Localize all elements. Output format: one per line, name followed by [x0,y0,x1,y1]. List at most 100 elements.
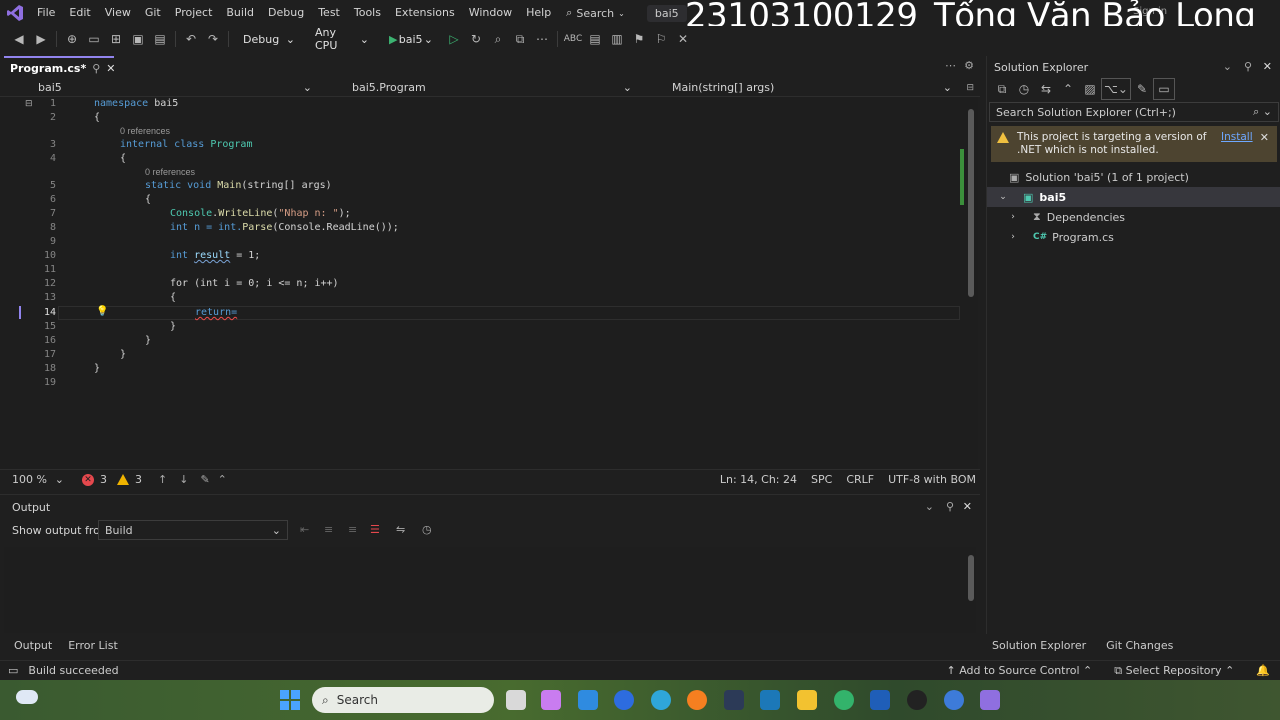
code-editor[interactable]: 1 2 3 4 5 6 7 8 9 10 11 12 13 14 15 16 1… [0,83,978,469]
cursor-position[interactable]: Ln: 14, Ch: 24 [720,473,797,486]
vscode-icon[interactable] [578,690,598,710]
open-file-icon[interactable]: ▭ [83,28,105,50]
select-repository-button[interactable]: ⧉ Select Repository ⌃ [1114,664,1234,678]
tab-error-list[interactable]: Error List [60,639,126,652]
zoom-icon[interactable] [614,690,634,710]
chevron-right-icon[interactable]: › [1007,232,1019,242]
menu-edit[interactable]: Edit [62,0,97,26]
new-item-icon[interactable]: ⊕ [61,28,83,50]
close-icon[interactable]: ✕ [1260,131,1269,144]
add-to-source-control-button[interactable]: ↑ Add to Source Control ⌃ [946,664,1092,678]
menu-project[interactable]: Project [168,0,220,26]
taskbar-search[interactable]: ⌕ Search [312,687,494,713]
menu-tools[interactable]: Tools [347,0,388,26]
properties-icon[interactable]: ✎ [1131,78,1153,100]
codelens-references[interactable]: 0 references [145,167,195,177]
close-icon[interactable]: ✕ [1263,60,1272,73]
pin-icon[interactable]: ⚲ [1244,60,1252,73]
browse-icon[interactable]: ⌕ [487,28,509,50]
output-scrollbar[interactable] [968,555,974,601]
show-all-files-icon[interactable]: ▨ [1079,78,1101,100]
tab-output[interactable]: Output [0,639,60,652]
menu-build[interactable]: Build [219,0,261,26]
menu-window[interactable]: Window [462,0,519,26]
clear-bookmarks-icon[interactable]: ✕ [672,28,694,50]
more-icon[interactable]: ⋯ [531,28,553,50]
menu-debug[interactable]: Debug [261,0,311,26]
switch-views-icon[interactable]: ⧉ [991,78,1013,100]
codelens-references[interactable]: 0 references [120,126,170,136]
solution-explorer-search[interactable]: Search Solution Explorer (Ctrl+;) ⌕ ⌄ [989,102,1279,122]
chevron-down-icon[interactable]: ⌄ [1223,60,1232,73]
whitespace-mode[interactable]: SPC [811,473,832,486]
github-icon[interactable] [907,690,927,710]
menu-search[interactable]: ⌕ Search ⌄ [558,6,633,20]
chat-app-icon[interactable] [834,690,854,710]
redo-icon[interactable]: ↷ [202,28,224,50]
spell-check-icon[interactable]: ABC [562,28,584,50]
project-dropdown[interactable]: bai5 ⌄ [8,79,318,96]
install-link[interactable]: Install [1221,131,1253,143]
menu-view[interactable]: View [98,0,138,26]
back-icon[interactable]: ◀ [8,28,30,50]
arrow-up-icon[interactable]: ↑ [158,473,167,486]
zalo-icon[interactable] [944,690,964,710]
member-dropdown[interactable]: Main(string[] args) ⌄ [650,79,958,96]
save-icon[interactable]: ▣ [127,28,149,50]
timestamp-icon[interactable]: ◷ [422,523,432,536]
warning-icon[interactable] [117,474,129,485]
type-dropdown[interactable]: bai5.Program ⌄ [330,79,638,96]
lightbulb-icon[interactable]: 💡 [96,306,108,317]
comment-icon[interactable]: ▤ [584,28,606,50]
visual-studio-taskbar-icon[interactable] [980,690,1000,710]
history-icon[interactable]: ◷ [1013,78,1035,100]
solution-platform-dropdown[interactable]: Any CPU ⌄ [309,26,375,52]
chevron-up-icon[interactable]: ⌃ [218,473,227,486]
prev-message-icon[interactable]: ≡ [324,523,333,536]
task-view-icon[interactable] [506,690,526,710]
start-without-debugging-icon[interactable]: ▷ [443,28,465,50]
devcpp-icon[interactable] [724,690,744,710]
output-text-area[interactable] [4,547,976,633]
zoom-dropdown[interactable]: 100 % ⌄ [12,473,64,486]
undo-icon[interactable]: ↶ [180,28,202,50]
menu-help[interactable]: Help [519,0,558,26]
word-icon[interactable] [870,690,890,710]
output-source-dropdown[interactable]: Build ⌄ [98,520,288,540]
file-explorer-icon[interactable] [797,690,817,710]
terminal-icon[interactable] [760,690,780,710]
menu-file[interactable]: File [30,0,62,26]
error-icon[interactable]: ✕ [82,473,94,486]
preview-icon[interactable]: ▭ [1153,78,1175,100]
next-message-icon[interactable]: ≡ [348,523,357,536]
copilot-icon[interactable] [541,690,561,710]
next-bookmark-icon[interactable]: ⚐ [650,28,672,50]
close-icon[interactable]: ✕ [963,500,972,513]
pin-icon[interactable]: ⚲ [92,62,100,75]
menu-extensions[interactable]: Extensions [388,0,462,26]
hot-reload-icon[interactable]: ↻ [465,28,487,50]
save-all-icon[interactable]: ▤ [149,28,171,50]
word-wrap-icon[interactable]: ⇋ [396,523,405,536]
gear-icon[interactable]: ⚙ [964,59,974,72]
tree-item-program-cs[interactable]: › C# Program.cs [987,227,1280,247]
chevron-down-icon[interactable]: ⌄ [997,192,1009,202]
tree-item-dependencies[interactable]: › ⧗ Dependencies [987,207,1280,227]
menu-git[interactable]: Git [138,0,168,26]
sync-icon[interactable]: ⇆ [1035,78,1057,100]
error-count[interactable]: 3 [100,473,107,486]
edge-icon[interactable] [651,690,671,710]
line-ending[interactable]: CRLF [846,473,874,486]
tab-solution-explorer[interactable]: Solution Explorer [986,639,1094,652]
weather-icon[interactable] [16,690,38,704]
start-debugging-button[interactable]: ▶ bai5 ⌄ [383,29,439,49]
layout-icon[interactable]: ⧉ [509,28,531,50]
uncomment-icon[interactable]: ▥ [606,28,628,50]
solution-configuration-dropdown[interactable]: Debug ⌄ [237,29,301,49]
warning-count[interactable]: 3 [135,473,142,486]
chevron-right-icon[interactable]: › [1007,212,1019,222]
file-encoding[interactable]: UTF-8 with BOM [888,473,976,486]
split-icon[interactable]: ⊟ [966,83,974,93]
collapse-all-icon[interactable]: ⌃ [1057,78,1079,100]
notifications-icon[interactable]: 🔔 [1256,664,1270,678]
